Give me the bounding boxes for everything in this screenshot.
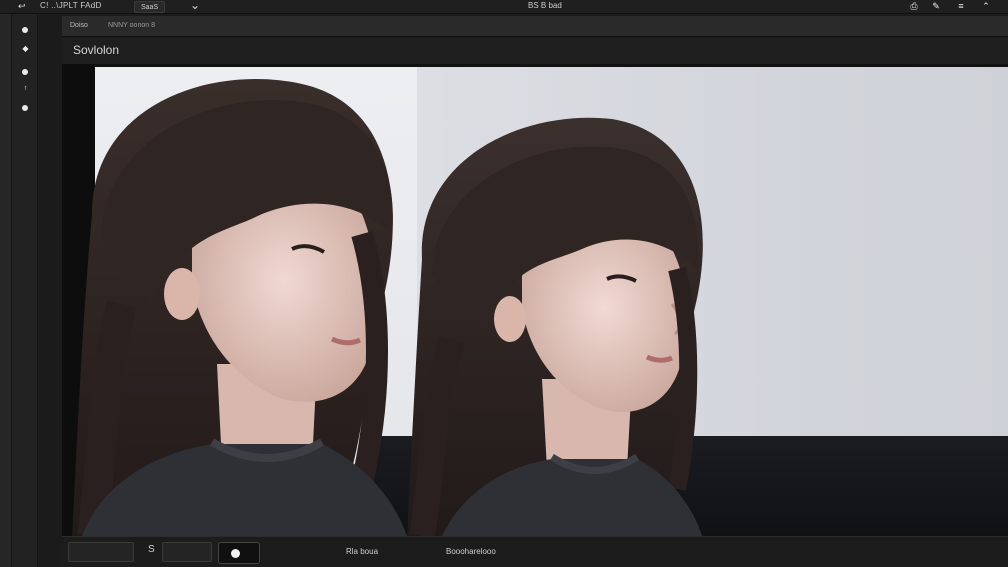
toggle-knob <box>231 549 240 558</box>
portrait-right-image[interactable] <box>402 109 722 536</box>
dot-icon[interactable] <box>22 27 28 33</box>
hand-icon[interactable]: ↑ <box>21 84 30 93</box>
diamond-icon[interactable]: ◆ <box>21 44 30 53</box>
status-label-right: Boooharelooo <box>446 547 496 556</box>
image-canvas[interactable] <box>62 64 1008 536</box>
bottom-toolbar: S Rla boua Boooharelooo <box>62 536 1008 567</box>
save-icon[interactable]: ⎙ <box>908 0 920 12</box>
pen-icon[interactable]: ✎ <box>930 0 942 12</box>
title-bar: ↩ C! ..\JPLT FAdD SaaS ⌄ BS B bad ⎙ ✎ ≡ … <box>0 0 1008 14</box>
cursor-icon[interactable]: ⌃ <box>980 0 992 12</box>
window-edge <box>0 14 12 567</box>
dot-icon[interactable] <box>22 69 28 75</box>
secondary-toolbar: Doiso NNNY oonon 8 <box>62 16 1008 37</box>
breadcrumb[interactable]: Doiso <box>70 22 88 29</box>
page-title: Sovlolon <box>73 43 120 57</box>
panel-header: Sovlolon <box>62 38 1008 64</box>
bottom-button-1[interactable] <box>68 542 134 562</box>
toggle-switch[interactable] <box>218 542 260 564</box>
status-label: Rla boua <box>346 547 379 556</box>
bottom-button-2[interactable] <box>162 542 212 562</box>
tool-strip: ◆ ↑ <box>12 14 38 567</box>
breadcrumb-secondary[interactable]: NNNY oonon 8 <box>108 22 155 29</box>
portrait-left-image[interactable] <box>62 64 422 536</box>
app-title: C! ..\JPLT FAdD <box>40 1 102 10</box>
tab-saas[interactable]: SaaS <box>134 1 166 13</box>
settings-icon[interactable]: ≡ <box>955 0 967 12</box>
back-forward-icon[interactable]: ↩ <box>18 1 26 12</box>
window-title: BS B bad <box>528 1 562 10</box>
dot-icon[interactable] <box>22 105 28 111</box>
chevron-down-icon[interactable]: ⌄ <box>190 0 200 12</box>
layer-icon[interactable]: S <box>148 544 155 555</box>
